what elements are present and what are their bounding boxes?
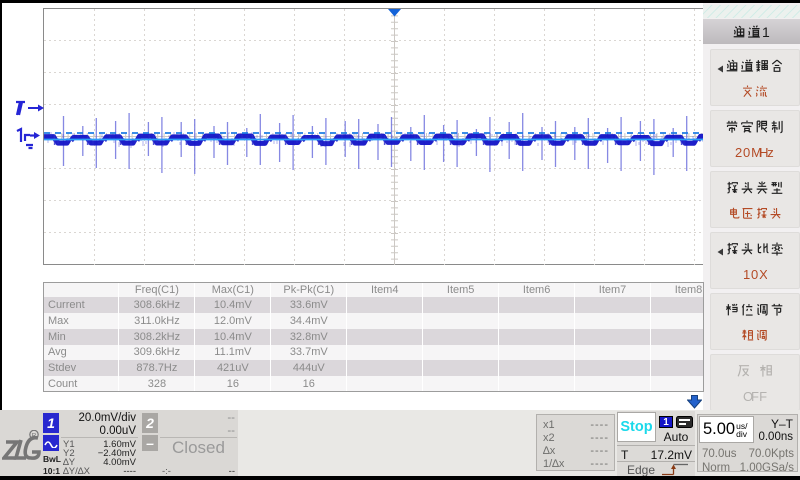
svg-text:2: 2 (735, 146, 742, 159)
svg-text:F: F (751, 390, 759, 403)
svg-text:z: z (767, 146, 774, 159)
svg-text:F: F (759, 390, 767, 403)
svg-text:0: 0 (743, 146, 750, 159)
svg-text:R: R (32, 432, 37, 439)
svg-text:0: 0 (751, 268, 758, 281)
svg-text:1: 1 (743, 268, 750, 281)
svg-text:1: 1 (762, 25, 770, 39)
svg-text:X: X (759, 268, 767, 281)
